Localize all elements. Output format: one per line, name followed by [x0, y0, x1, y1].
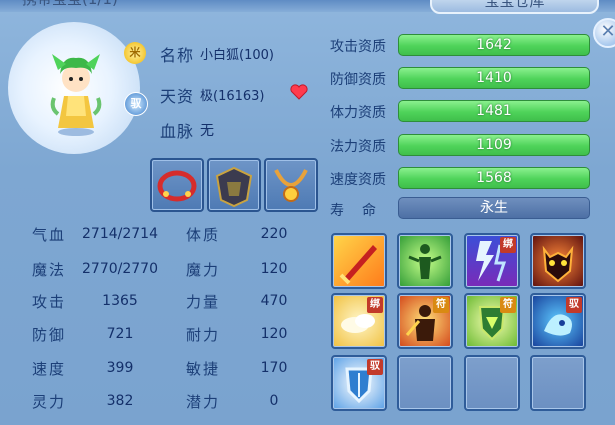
yu-badge-icon: 驭 [124, 92, 148, 116]
flame-sword-icon [339, 245, 377, 285]
lifespan-label: 寿 命 [330, 203, 378, 219]
equip-slot-necklace[interactable] [264, 158, 318, 212]
stat-label: 魔法 [32, 261, 67, 279]
skill-slot-1[interactable] [331, 233, 387, 289]
skill-tag: 绑 [500, 237, 516, 253]
demon-mask-icon [542, 245, 574, 283]
attr-value: 220 [260, 226, 288, 242]
attr-label: 敏捷 [186, 360, 221, 378]
skill-slot-3[interactable]: 绑 [464, 233, 520, 289]
pet-character-icon [50, 54, 102, 136]
stat-value: 1365 [102, 293, 138, 309]
close-button[interactable]: ✕ [593, 18, 615, 48]
stat-label: 防御 [32, 326, 67, 344]
pet-name-row: 名称 小白狐(100) [160, 42, 274, 66]
attr-value: 170 [260, 360, 288, 376]
pet-avatar[interactable] [8, 22, 140, 154]
stat-value: 721 [106, 326, 134, 342]
aptitude-label-magic: 法力资质 [330, 139, 386, 155]
attr-value: 120 [260, 326, 288, 342]
skill-tag: 驭 [367, 359, 383, 375]
attr-value: 0 [269, 393, 279, 409]
gold-necklace-icon [274, 169, 308, 202]
stat-label: 灵力 [32, 393, 67, 411]
close-icon: ✕ [600, 21, 615, 42]
tab-pet-warehouse[interactable]: 宝宝仓库 [430, 0, 599, 14]
skill-slot-empty[interactable] [530, 355, 586, 411]
heart-icon[interactable] [290, 84, 308, 100]
aptitude-label-defense: 防御资质 [330, 72, 386, 88]
attr-value: 120 [260, 261, 288, 277]
skill-slot-8[interactable]: 驭 [530, 293, 586, 349]
dark-armor-icon [215, 166, 253, 208]
skill-tag: 驭 [566, 297, 582, 313]
aptitude-bar-speed: 1568 [398, 167, 590, 189]
stat-value: 382 [106, 393, 134, 409]
attr-value: 470 [260, 293, 288, 309]
equip-slot-armor[interactable] [207, 158, 261, 212]
skill-slot-2[interactable] [397, 233, 453, 289]
stat-label: 攻击 [32, 293, 67, 311]
pet-bloodline-row: 血脉 无 [160, 118, 214, 142]
stat-value: 399 [106, 360, 134, 376]
aptitude-bar-defense: 1410 [398, 67, 590, 89]
star-badge-icon: 米 [124, 42, 146, 64]
stat-value: 2714/2714 [82, 226, 158, 242]
stat-label: 气血 [32, 226, 67, 244]
aptitude-bar-magic: 1109 [398, 134, 590, 156]
lifespan-value: 永生 [398, 197, 590, 219]
pet-talent-value: 极(16163) [200, 89, 265, 104]
attr-label: 潜力 [186, 393, 221, 411]
aptitude-bar-attack: 1642 [398, 34, 590, 56]
stat-label: 速度 [32, 360, 67, 378]
skill-tag: 绑 [367, 297, 383, 313]
skill-slot-7[interactable]: 符 [464, 293, 520, 349]
stat-value: 2770/2770 [82, 261, 158, 277]
tab-carried-pets[interactable]: 携带宝宝(1/1) [8, 0, 132, 10]
pet-name-label: 名称 [160, 46, 195, 65]
equip-slot-collar[interactable] [150, 158, 204, 212]
pet-name-value: 小白狐(100) [200, 48, 274, 63]
aptitude-label-speed: 速度资质 [330, 172, 386, 188]
aptitude-bar-stamina: 1481 [398, 100, 590, 122]
attr-label: 体质 [186, 226, 221, 244]
attr-label: 力量 [186, 293, 221, 311]
attr-label: 魔力 [186, 261, 221, 279]
skill-slot-9[interactable]: 驭 [331, 355, 387, 411]
red-collar-icon [157, 170, 197, 202]
skill-tag: 符 [433, 297, 449, 313]
skill-slot-4[interactable] [530, 233, 586, 289]
skill-slot-6[interactable]: 符 [397, 293, 453, 349]
skill-tag: 符 [500, 297, 516, 313]
attr-label: 耐力 [186, 326, 221, 344]
aptitude-label-stamina: 体力资质 [330, 105, 386, 121]
aptitude-label-attack: 攻击资质 [330, 39, 386, 55]
skill-slot-5[interactable]: 绑 [331, 293, 387, 349]
pet-bloodline-value: 无 [200, 123, 214, 139]
skill-slot-empty[interactable] [464, 355, 520, 411]
green-aura-icon [408, 244, 442, 279]
pet-talent-row: 天资 极(16163) [160, 83, 265, 107]
skill-slot-empty[interactable] [397, 355, 453, 411]
pet-talent-label: 天资 [160, 87, 195, 106]
pet-bloodline-label: 血脉 [160, 122, 195, 141]
